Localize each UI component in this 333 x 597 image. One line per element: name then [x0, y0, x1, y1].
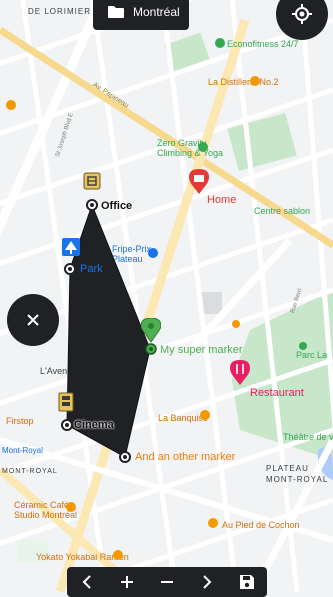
park-marker-icon[interactable]: [61, 237, 81, 259]
bottom-toolbar: [67, 567, 267, 597]
city-label: Montréal: [133, 5, 180, 19]
marker-label-other: And an other marker: [135, 451, 236, 463]
chevron-left-icon[interactable]: [75, 570, 99, 594]
marker-label-restaurant: Restaurant: [250, 387, 304, 399]
minus-icon[interactable]: [155, 570, 179, 594]
chevron-right-icon[interactable]: [195, 570, 219, 594]
marker-label-office: Office: [101, 200, 133, 212]
city-selector-button[interactable]: Montréal: [93, 0, 189, 30]
location-pin-icon[interactable]: [141, 318, 161, 356]
polygon-overlay: [61, 199, 151, 463]
cinema-marker-icon[interactable]: [58, 392, 74, 412]
close-button[interactable]: [7, 294, 59, 346]
home-marker-icon[interactable]: [189, 169, 209, 195]
folder-icon: [108, 6, 124, 18]
close-icon: [27, 314, 39, 326]
marker-label-park: Park: [80, 263, 103, 275]
restaurant-marker-icon[interactable]: [230, 360, 250, 386]
crosshair-icon: [292, 4, 312, 24]
marker-label-super: My super marker: [160, 344, 243, 356]
office-marker-icon[interactable]: [83, 172, 101, 192]
marker-label-cinema: Cinema: [74, 419, 114, 431]
marker-label-home: Home: [207, 194, 237, 206]
save-icon[interactable]: [235, 570, 259, 594]
plus-icon[interactable]: [115, 570, 139, 594]
